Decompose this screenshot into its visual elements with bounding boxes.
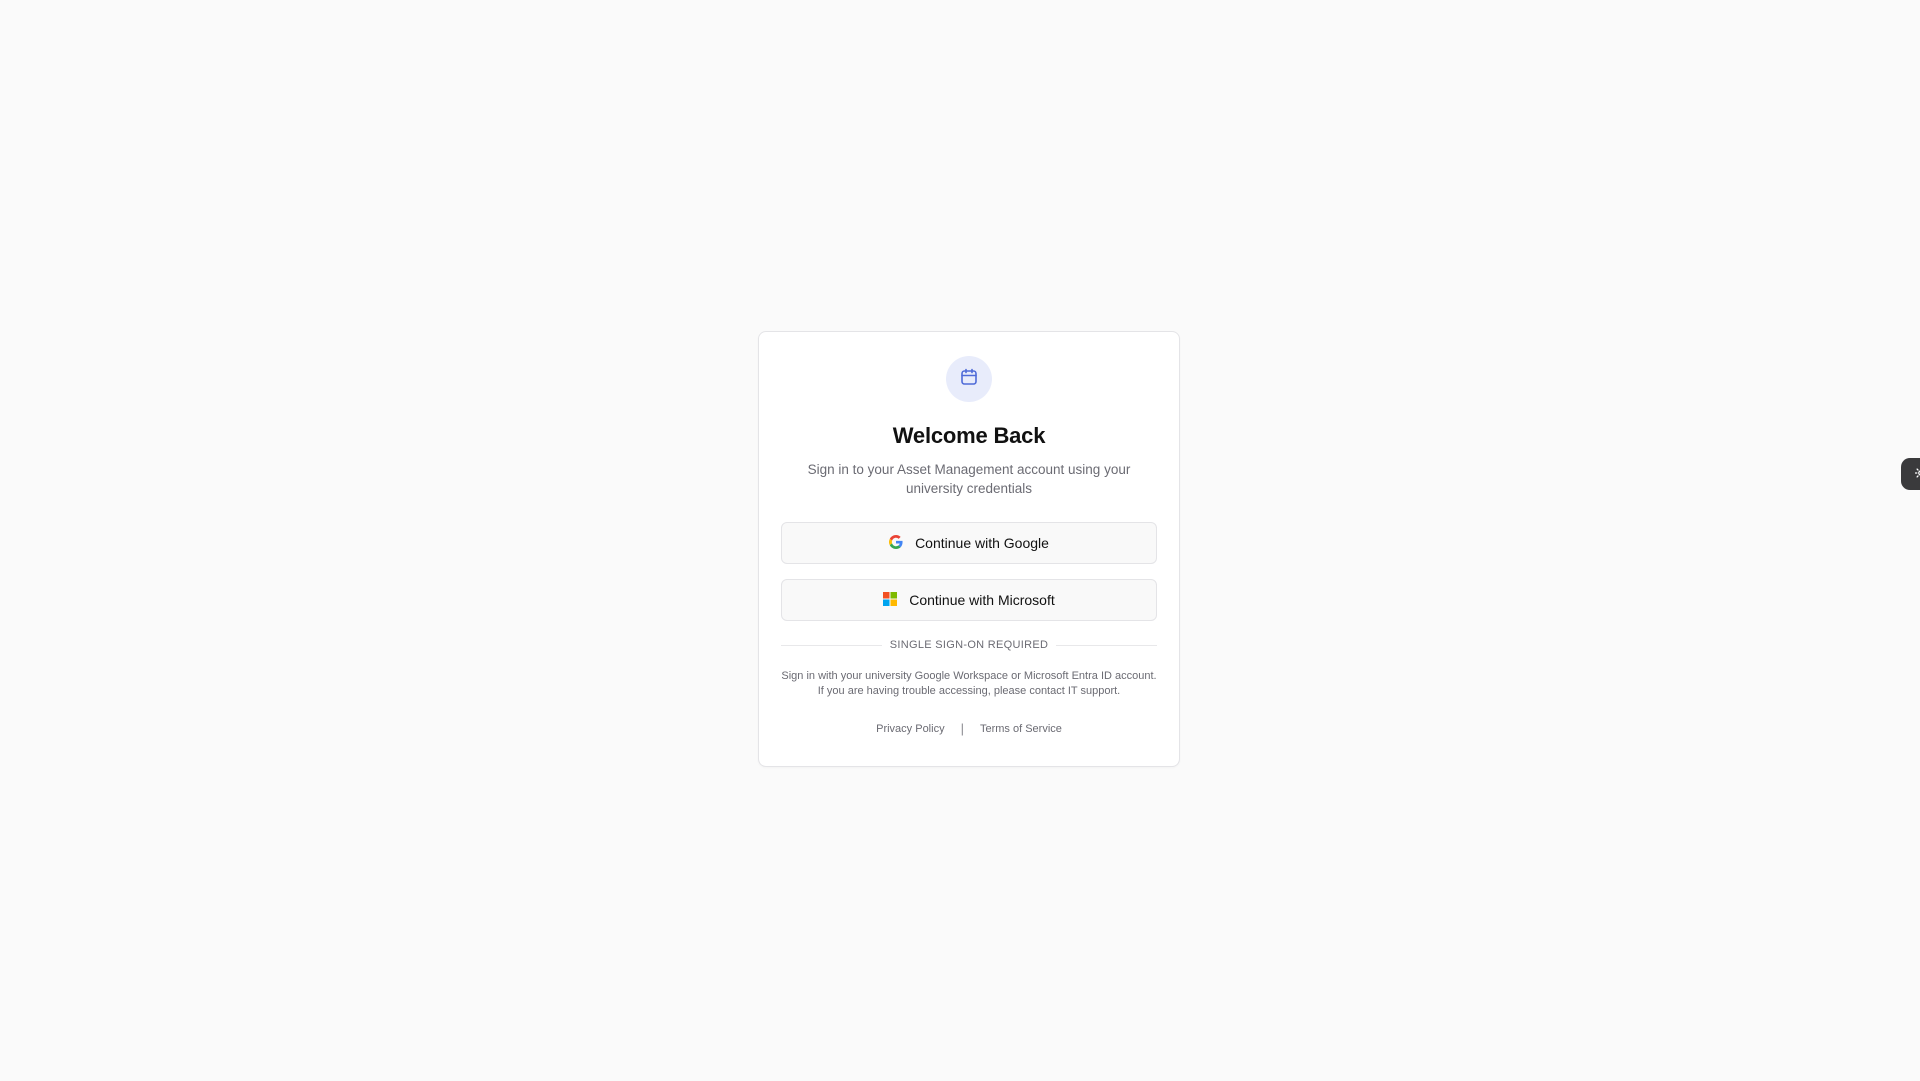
- login-page: Welcome Back Sign in to your Asset Manag…: [0, 0, 1920, 1081]
- divider-line-right: [1056, 644, 1158, 646]
- sso-required-label: SINGLE SIGN-ON REQUIRED: [889, 639, 1049, 651]
- sso-help-text: Sign in with your university Google Work…: [781, 670, 1157, 697]
- login-card: Welcome Back Sign in to your Asset Manag…: [758, 331, 1180, 767]
- microsoft-logo-icon: [883, 591, 898, 609]
- divider-line-left: [781, 644, 882, 646]
- sun-icon: [1914, 467, 1920, 482]
- app-logo: [946, 356, 992, 402]
- sso-divider: SINGLE SIGN-ON REQUIRED: [781, 639, 1158, 651]
- calendar-box-icon: [959, 367, 979, 392]
- link-separator: |: [960, 721, 964, 736]
- theme-toggle-tab[interactable]: [1901, 458, 1920, 490]
- google-g-icon: [889, 534, 903, 552]
- terms-of-service-link[interactable]: Terms of Service: [980, 723, 1062, 735]
- google-button-label: Continue with Google: [915, 535, 1049, 551]
- footer-links: Privacy Policy | Terms of Service: [876, 721, 1062, 736]
- continue-with-microsoft-button[interactable]: Continue with Microsoft: [781, 579, 1157, 621]
- continue-with-google-button[interactable]: Continue with Google: [781, 522, 1157, 564]
- page-title: Welcome Back: [892, 423, 1046, 448]
- microsoft-button-label: Continue with Microsoft: [909, 592, 1055, 608]
- privacy-policy-link[interactable]: Privacy Policy: [876, 723, 944, 735]
- page-subtitle: Sign in to your Asset Management account…: [807, 462, 1131, 496]
